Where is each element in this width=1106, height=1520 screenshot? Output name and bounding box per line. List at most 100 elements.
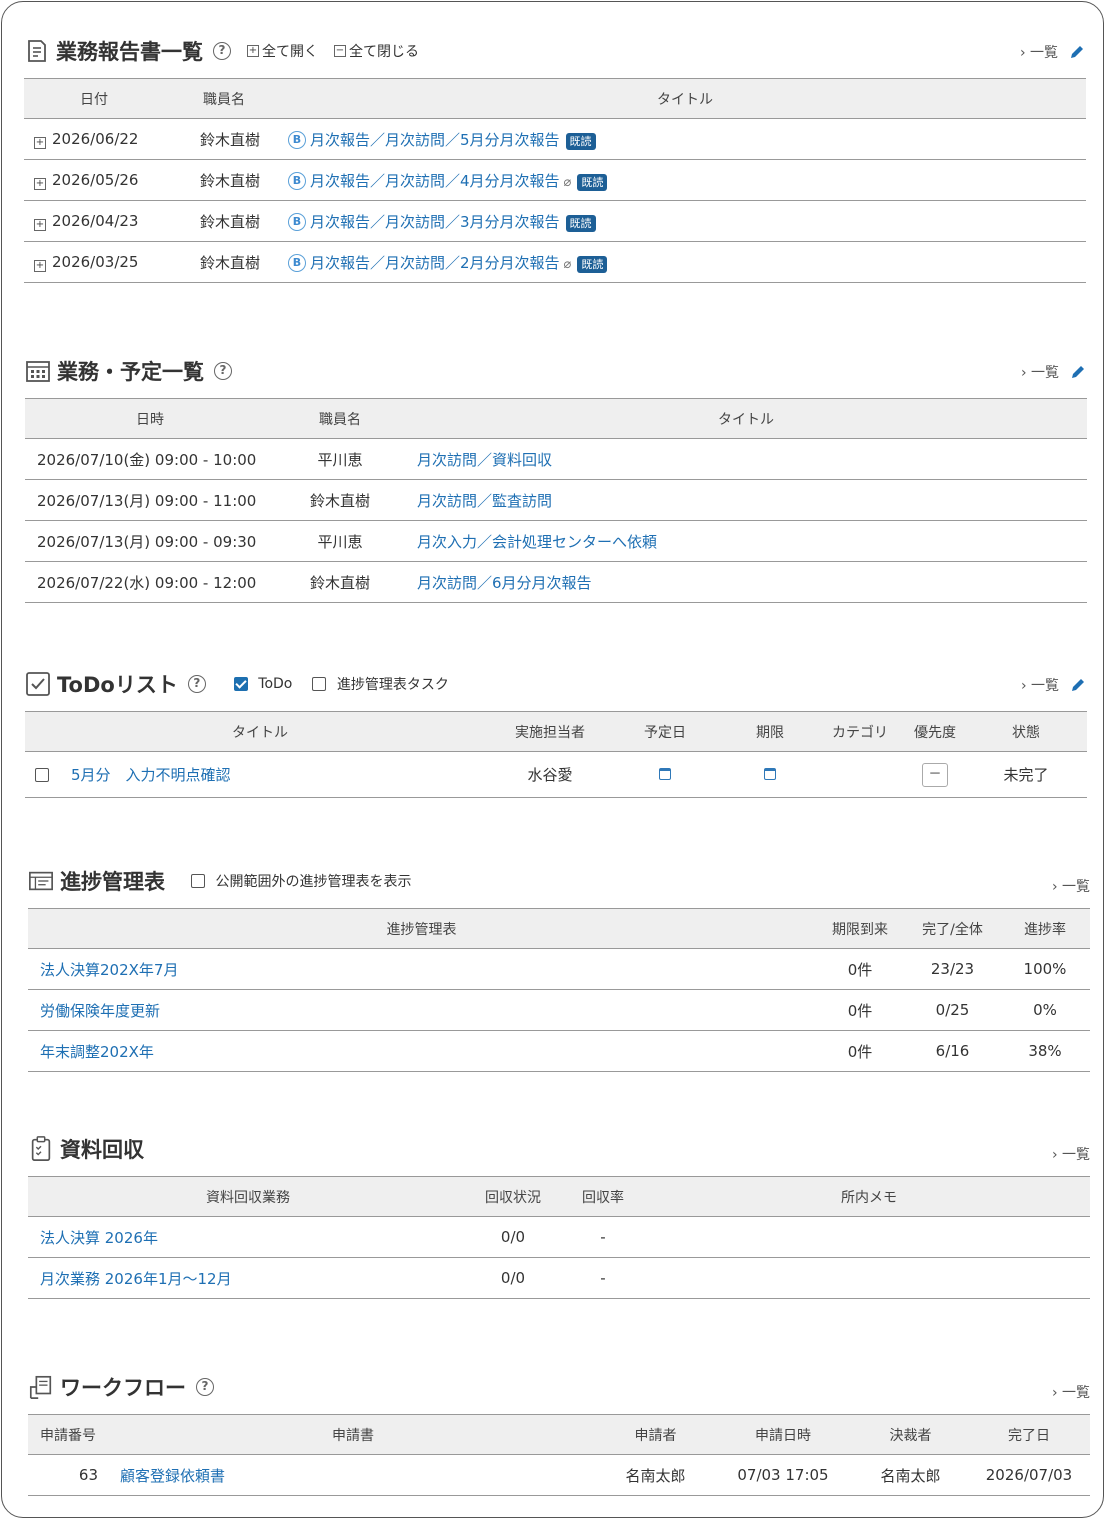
collection-status: 0/0 [468,1216,558,1258]
help-icon[interactable]: ? [214,362,232,380]
table-row: 年末調整202X年 0件 6/16 38% [28,1030,1090,1072]
progress-name-link[interactable]: 法人決算202X年7月 [40,961,178,979]
col-approver: 決裁者 [853,1414,968,1455]
todo-list-link[interactable]: › 一覧 [1021,675,1059,695]
expand-icon[interactable]: + [34,177,46,190]
b-circle-icon: B [288,213,306,231]
schedule-staff: 鈴木直樹 [275,561,405,603]
todo-category [815,751,905,798]
collection-section: 資料回収 › 一覧 資料回収業務 回収状況 回収率 所内メモ 法人決算 2026… [28,1132,1090,1299]
expand-icon[interactable]: + [34,218,46,231]
expand-all-button[interactable]: + 全て開く [247,41,318,61]
workflow-table: 申請番号 申請書 申請者 申請日時 決裁者 完了日 63 顧客登録依頼書 名南太郎 0… [28,1414,1090,1496]
list-link-label: 一覧 [1030,45,1058,61]
table-row: 法人決算 2026年 0/0- [28,1216,1090,1258]
progress-name-cell: 労働保険年度更新 [28,989,815,1031]
calendar-icon[interactable] [659,767,671,780]
expand-icon[interactable]: + [34,136,46,149]
schedule-title-cell: 月次訪問／資料回収 [405,438,1087,480]
pencil-icon[interactable] [1069,363,1087,381]
report-staff: 鈴木直樹 [164,118,284,160]
schedule-table: 日時 職員名 タイトル 2026/07/10(金) 09:00 - 10:00 平… [25,398,1087,603]
todo-section: ToDoリスト ? ToDo 進捗管理表タスク › 一覧 タイトル 実施担当者 … [25,667,1087,798]
progress-overdue: 0件 [815,1030,905,1072]
list-link-label: 一覧 [1062,1385,1090,1401]
col-planned: 予定日 [605,711,725,752]
table-row: 2026/07/10(金) 09:00 - 10:00 平川恵 月次訪問／資料回収 [25,438,1087,480]
schedule-section: 業務・予定一覧 ? › 一覧 日時 職員名 タイトル 2026/07/10(金)… [25,354,1087,603]
schedule-title-link[interactable]: 月次入力／会計処理センターへ依頼 [417,533,657,551]
list-link-label: 一覧 [1031,678,1059,694]
schedule-title-link[interactable]: 月次訪問／6月分月次報告 [417,574,592,592]
progress-list-link[interactable]: › 一覧 [1052,876,1090,896]
progress-overdue: 0件 [815,989,905,1031]
report-date-cell: +2026/04/23 [24,200,164,242]
collection-task-link[interactable]: 月次業務 2026年1月～12月 [40,1270,232,1288]
report-title-link[interactable]: 月次報告／月次訪問／4月分月次報告 [310,172,560,190]
col-priority: 優先度 [905,711,965,752]
report-title-link[interactable]: 月次報告／月次訪問／5月分月次報告 [310,131,560,149]
progress-name-link[interactable]: 労働保険年度更新 [40,1002,160,1020]
report-date-cell: +2026/03/25 [24,241,164,283]
todo-deadline-cell [725,751,815,798]
read-badge: 既読 [577,255,608,273]
paperclip-icon: ⌀ [563,174,572,190]
progress-name-cell: 法人決算202X年7月 [28,948,815,990]
filter-todo[interactable]: ToDo [233,676,292,692]
col-title: タイトル [25,711,495,752]
filter-progress-task[interactable]: 進捗管理表タスク [312,674,449,694]
unchecked-icon [191,874,205,888]
col-category: カテゴリ [815,711,905,752]
collection-status: 0/0 [468,1257,558,1299]
help-icon[interactable]: ? [187,675,206,693]
help-icon[interactable]: ? [213,42,231,60]
report-title-link[interactable]: 月次報告／月次訪問／3月分月次報告 [310,213,560,231]
todo-priority-cell: － [905,751,965,798]
report-title-link[interactable]: 月次報告／月次訪問／2月分月次報告 [310,254,560,272]
checked-icon [233,677,248,691]
progress-name-link[interactable]: 年末調整202X年 [40,1043,154,1061]
help-icon[interactable]: ? [196,1378,214,1396]
progress-table: 進捗管理表 期限到来 完了/全体 進捗率 法人決算202X年7月 0件 23/23 1… [28,908,1090,1072]
col-memo: 所内メモ [648,1176,1090,1217]
progress-section: 進捗管理表 公開範囲外の進捗管理表を表示 › 一覧 進捗管理表 期限到来 完了/… [28,864,1090,1072]
priority-button[interactable]: － [922,762,948,787]
table-row: 労働保険年度更新 0件 0/25 0% [28,989,1090,1031]
todo-complete-checkbox[interactable] [35,768,49,782]
collapse-all-button[interactable]: − 全て閉じる [334,41,419,61]
schedule-title-link[interactable]: 月次訪問／監査訪問 [417,492,552,510]
report-date-cell: +2026/06/22 [24,118,164,160]
report-staff: 鈴木直樹 [164,241,284,283]
show-private-toggle[interactable]: 公開範囲外の進捗管理表を表示 [191,871,411,891]
reports-list-link[interactable]: › 一覧 [1020,42,1058,62]
pencil-icon[interactable] [1068,43,1086,61]
schedule-datetime: 2026/07/13(月) 09:00 - 09:30 [25,520,275,562]
todo-status: 未完了 [965,751,1087,798]
table-row: 法人決算202X年7月 0件 23/23 100% [28,948,1090,990]
todo-title: ToDoリスト [57,673,178,697]
collection-task-link[interactable]: 法人決算 2026年 [40,1229,158,1247]
workflow-completed: 2026/07/03 [968,1454,1090,1496]
workflow-form-link[interactable]: 顧客登録依頼書 [120,1467,225,1485]
expand-icon[interactable]: + [34,259,46,272]
report-date-cell: +2026/05/26 [24,159,164,201]
clipboard-icon [31,1136,51,1161]
calendar-icon[interactable] [764,767,776,780]
collection-list-link[interactable]: › 一覧 [1052,1144,1090,1164]
progress-done: 0/25 [905,989,1000,1031]
workflow-list-link[interactable]: › 一覧 [1052,1382,1090,1402]
col-title: タイトル [284,78,1086,119]
plus-box-icon: + [247,45,259,57]
collection-memo [648,1257,1090,1299]
col-applied-at: 申請日時 [713,1414,853,1455]
todo-title-link[interactable]: 5月分 入力不明点確認 [71,766,231,784]
schedule-title-link[interactable]: 月次訪問／資料回収 [417,451,552,469]
schedule-list-link[interactable]: › 一覧 [1021,362,1059,382]
report-title-cell: B 月次報告／月次訪問／3月分月次報告 既読 [284,200,1086,242]
col-number: 申請番号 [28,1414,108,1455]
schedule-datetime: 2026/07/10(金) 09:00 - 10:00 [25,438,275,480]
progress-overdue: 0件 [815,948,905,990]
pencil-icon[interactable] [1069,676,1087,694]
collection-memo [648,1216,1090,1258]
todo-assignee: 水谷愛 [495,751,605,798]
